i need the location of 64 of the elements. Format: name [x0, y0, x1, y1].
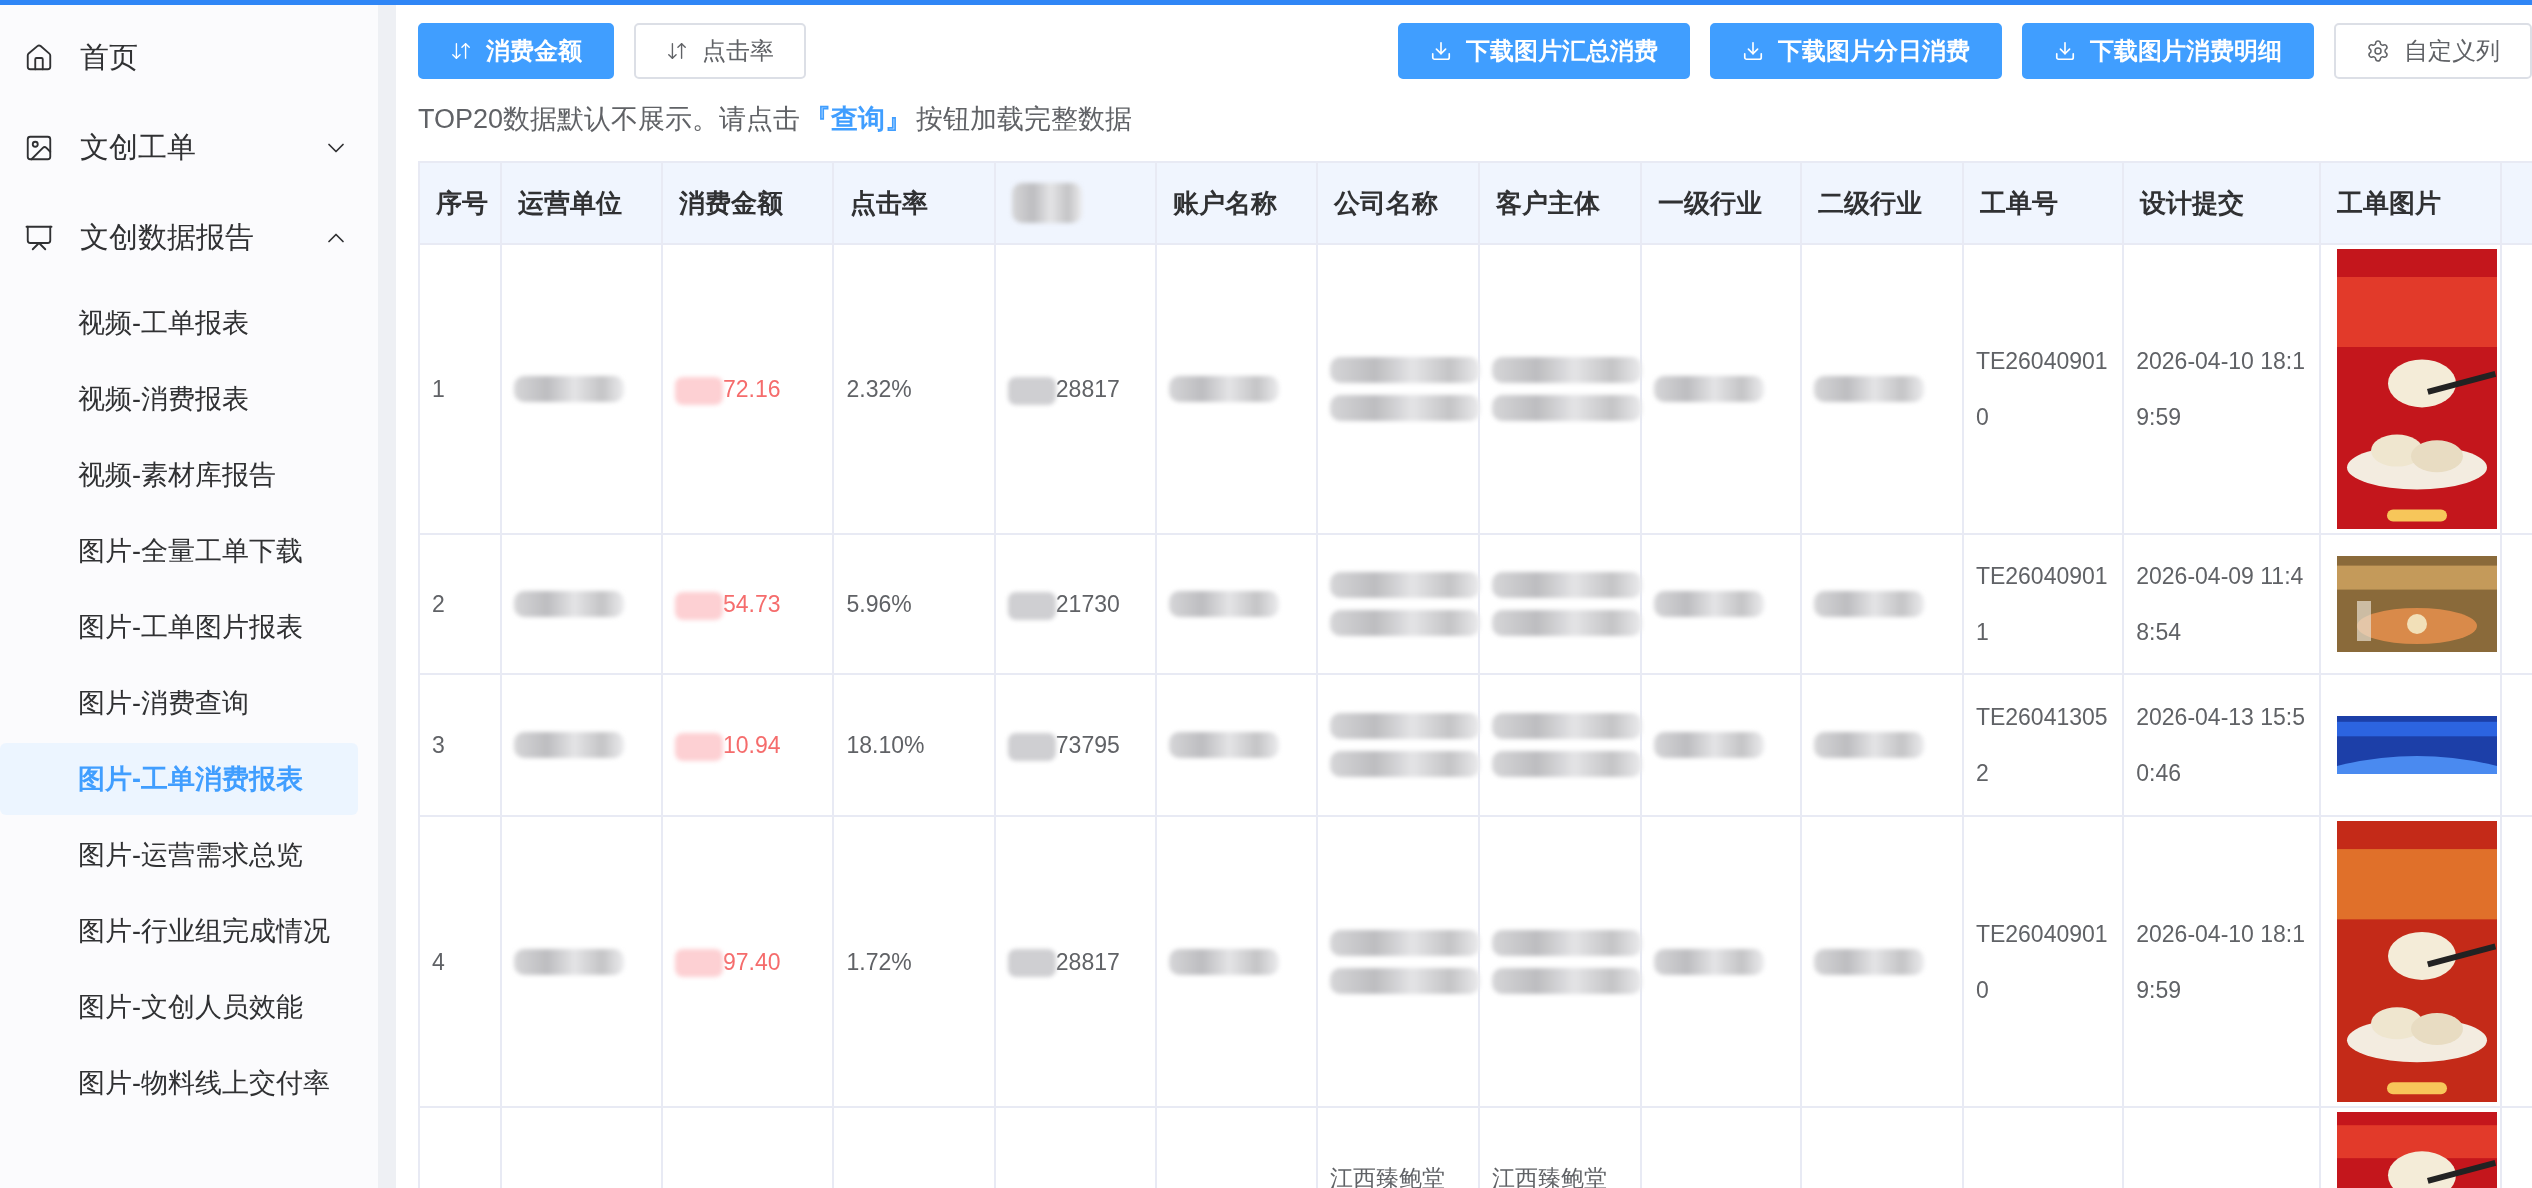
column-header: 点击率	[833, 162, 995, 244]
sort-button[interactable]: 点击率	[634, 23, 806, 79]
settings-icon	[2366, 39, 2390, 63]
sidebar-item[interactable]: 图片-消费查询	[0, 667, 358, 739]
amount-text: 54.73	[723, 591, 781, 617]
table-cell: 4	[432, 948, 445, 975]
table-cell: TE260409011	[1975, 563, 2108, 645]
table-cell: 江西臻鲍堂	[1491, 1165, 1607, 1188]
table-cell: 2026-04-09 11:48:54	[2136, 563, 2304, 645]
sidebar-item[interactable]: 图片-物料线上交付率	[0, 1047, 358, 1119]
sidebar-item[interactable]: 图片-行业组完成情况	[0, 895, 358, 967]
amount-text: 97.40	[723, 948, 781, 975]
presentation-icon	[24, 223, 54, 253]
sidebar-item[interactable]: 图片-全量工单下载	[0, 515, 358, 587]
custom-columns-button[interactable]: 自定义列	[2334, 23, 2532, 79]
table-cell: 28817	[1055, 376, 1120, 402]
amount-text: 72.16	[723, 376, 781, 402]
column-header: 序号	[419, 162, 501, 244]
download-icon	[1742, 40, 1764, 62]
table-cell: 21730	[1055, 591, 1120, 617]
table-cell: 5.96%	[846, 591, 912, 617]
sidebar-item[interactable]: 视频-工单报表	[0, 287, 358, 359]
table-cell: 2026-04-10 18:19:59	[2136, 348, 2306, 430]
image-icon	[24, 133, 54, 163]
download-icon	[2054, 40, 2076, 62]
table-cell: TE260409010	[1975, 920, 2108, 1003]
notice-text: TOP20数据默认不展示。请点击	[418, 103, 801, 136]
table-cell: TE260413052	[1975, 704, 2108, 786]
table-cell: 3	[432, 732, 445, 758]
column-header: 运营单位	[500, 162, 662, 244]
table-cell: 江西臻鲍堂	[1330, 1165, 1446, 1188]
sidebar-item[interactable]: 图片-工单图片报表	[0, 591, 358, 663]
column-header: 消费金额	[662, 162, 834, 244]
table-cell: 2026-04-10 18:19:59	[2136, 920, 2306, 1003]
table-cell: 2.32%	[846, 376, 912, 402]
column-header: 公司名称	[1317, 162, 1479, 244]
column-header: 一级行业	[1641, 162, 1801, 244]
home-icon	[24, 43, 54, 73]
sidebar-item[interactable]: 图片-运营需求总览	[0, 819, 358, 891]
notice-text: 按钮加载完整数据	[916, 103, 1133, 136]
table-cell: 18.10%	[846, 732, 925, 758]
sidebar-item[interactable]: 文创工单	[0, 103, 378, 193]
table-cell: TE260409010	[1975, 348, 2108, 430]
sort-icon	[666, 40, 688, 62]
table-cell: 73795	[1055, 732, 1120, 758]
column-header: 工单号	[1962, 162, 2124, 244]
table-cell: 2	[432, 591, 445, 617]
table-cell: 1	[432, 376, 445, 402]
sidebar-item[interactable]: 视频-消费报表	[0, 363, 358, 435]
column-header: 工单图片	[2319, 162, 2502, 244]
sort-icon	[450, 40, 472, 62]
amount-text: 10.94	[723, 732, 781, 758]
column-header: 客户主体	[1478, 162, 1642, 244]
table-cell: 2026-04-13 15:50:46	[2136, 704, 2306, 786]
sidebar-item[interactable]: 图片-文创人员效能	[0, 971, 358, 1043]
download-icon	[1430, 40, 1452, 62]
column-header: 账户名称	[1156, 162, 1318, 244]
sidebar-item[interactable]: 首页	[0, 13, 378, 103]
sidebar-item[interactable]: 视频-素材库报告	[0, 439, 358, 511]
column-header: 二级行业	[1800, 162, 1963, 244]
table-cell: 28817	[1055, 948, 1120, 975]
table-cell: 1.72%	[846, 948, 912, 975]
sidebar-item[interactable]: 文创数据报告	[0, 193, 378, 283]
column-header: 设计提交	[2123, 162, 2320, 244]
